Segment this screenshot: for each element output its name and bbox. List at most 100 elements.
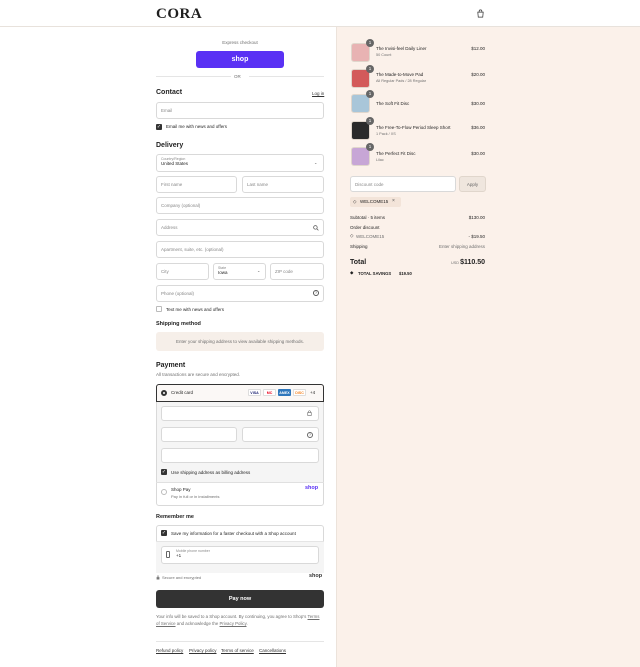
product-variant: 1 Pack / XS bbox=[376, 132, 396, 136]
product-variant: 50 Count bbox=[376, 53, 392, 57]
country-value: United States bbox=[161, 161, 189, 166]
shipping-method-title: Shipping method bbox=[156, 321, 201, 327]
contact-title: Contact bbox=[156, 89, 183, 96]
product-price: $30.00 bbox=[471, 101, 485, 106]
payment-title: Payment bbox=[156, 362, 186, 369]
order-summary: 1 The Invisi-feel Daily Liner 50 Count $… bbox=[336, 27, 640, 667]
shop-pay-express-button[interactable]: shop bbox=[196, 51, 284, 68]
email-news-label: Email me with news and offers bbox=[166, 124, 227, 129]
credit-card-label: Credit card bbox=[171, 390, 194, 395]
city-field[interactable]: City bbox=[156, 263, 209, 280]
or-divider-label: OR bbox=[234, 74, 241, 79]
terms-of-service-footer-link[interactable]: Terms of service bbox=[221, 648, 254, 653]
billing-address-checkbox[interactable]: ✓ bbox=[161, 469, 167, 475]
lock-icon bbox=[156, 575, 160, 580]
mobile-phone-field[interactable]: Mobile phone number +1 bbox=[161, 546, 319, 564]
text-news-checkbox[interactable] bbox=[156, 306, 162, 312]
cancellations-link[interactable]: Cancellations bbox=[259, 648, 286, 653]
email-news-checkbox[interactable]: ✓ bbox=[156, 124, 162, 130]
product-name: The Free-To-Flow Period Sleep Short bbox=[376, 125, 451, 130]
zip-field[interactable]: ZIP code bbox=[270, 263, 324, 280]
total-savings-label: TOTAL SAVINGS bbox=[358, 271, 392, 276]
legal-text-1: Your info will be saved to a Shop accoun… bbox=[156, 614, 307, 619]
card-number-field[interactable] bbox=[161, 406, 319, 421]
help-icon[interactable]: ? bbox=[307, 432, 313, 438]
discount-code-label: WELCOME15 bbox=[356, 234, 385, 239]
product-price: $20.00 bbox=[471, 72, 485, 77]
help-icon[interactable]: ? bbox=[313, 290, 319, 296]
first-name-field[interactable]: First name bbox=[156, 176, 237, 193]
apply-button[interactable]: Apply bbox=[459, 176, 486, 192]
billing-address-label: Use shipping address as billing address bbox=[171, 470, 251, 475]
product-price: $36.00 bbox=[471, 125, 485, 130]
product-name: The Perfect Fit Disc bbox=[376, 151, 416, 156]
shop-pay-logo: shop bbox=[305, 485, 319, 491]
company-field[interactable]: Company (optional) bbox=[156, 197, 324, 214]
product-variant: All Regular Pads / 28 Regular bbox=[376, 79, 427, 83]
tag-icon: ◆ bbox=[350, 270, 354, 275]
pay-now-button[interactable]: Pay now bbox=[156, 590, 324, 608]
brand-logo[interactable]: CORA bbox=[156, 6, 202, 23]
payment-subtitle: All transactions are secure and encrypte… bbox=[156, 372, 241, 377]
text-news-label: Text me with news and offers bbox=[166, 307, 224, 312]
total-value: $110.50 bbox=[460, 259, 485, 266]
product-price: $12.00 bbox=[471, 46, 485, 51]
country-select[interactable]: Country/Region United States bbox=[156, 154, 324, 172]
name-on-card-field[interactable] bbox=[161, 448, 319, 463]
shop-logo: shop bbox=[309, 573, 323, 579]
discount-code-field[interactable]: Discount code bbox=[350, 176, 456, 192]
quantity-badge: 1 bbox=[366, 143, 374, 151]
total-savings-value: $19.50 bbox=[399, 271, 412, 276]
divider bbox=[249, 76, 324, 77]
currency-label: USD bbox=[451, 261, 460, 265]
credit-card-radio[interactable] bbox=[161, 390, 167, 396]
privacy-policy-link[interactable]: Privacy Policy bbox=[220, 621, 247, 626]
shop-pay-subtitle: Pay in full or in installments bbox=[171, 494, 220, 499]
shop-pay-radio[interactable] bbox=[161, 489, 167, 495]
shopping-bag-icon[interactable] bbox=[476, 9, 485, 18]
product-name: The Made-to-Move Pad bbox=[376, 72, 424, 77]
privacy-policy-footer-link[interactable]: Privacy policy bbox=[189, 648, 217, 653]
expiration-field[interactable] bbox=[161, 427, 237, 442]
quantity-badge: 1 bbox=[366, 65, 374, 73]
product-name: The Invisi-feel Daily Liner bbox=[376, 46, 427, 51]
last-name-field[interactable]: Last name bbox=[242, 176, 324, 193]
save-info-checkbox[interactable]: ✓ bbox=[161, 530, 167, 536]
shipping-method-note: Enter your shipping address to view avai… bbox=[156, 332, 324, 351]
quantity-badge: 1 bbox=[366, 39, 374, 47]
shop-pay-label: Shop Pay bbox=[171, 487, 191, 492]
search-icon bbox=[313, 225, 319, 231]
mobile-phone-value: +1 bbox=[176, 553, 182, 558]
product-price: $30.00 bbox=[471, 151, 485, 156]
footer-divider bbox=[156, 641, 324, 642]
product-name: The Soft Fit Disc bbox=[376, 101, 410, 106]
divider bbox=[156, 482, 324, 483]
legal-and: and acknowledge the bbox=[176, 620, 219, 626]
quantity-badge: 1 bbox=[366, 90, 374, 98]
email-field[interactable]: Email bbox=[156, 102, 324, 119]
chevron-down-icon: ⌄ bbox=[257, 268, 261, 273]
login-link[interactable]: Log in bbox=[312, 91, 324, 96]
header: CORA bbox=[0, 0, 640, 27]
more-cards-label: +4 bbox=[310, 390, 316, 395]
visa-icon: VISA bbox=[248, 389, 261, 396]
product-variant: Lilac bbox=[376, 158, 384, 162]
quantity-badge: 1 bbox=[366, 117, 374, 125]
express-checkout-title: Express checkout bbox=[222, 40, 258, 45]
legal-end: . bbox=[246, 620, 248, 626]
checkout-form: Express checkout shop OR Contact Log in … bbox=[0, 27, 336, 667]
state-value: Iowa bbox=[218, 270, 228, 275]
address-field[interactable]: Address bbox=[156, 219, 324, 236]
legal-text: Your info will be saved to a Shop accoun… bbox=[156, 614, 324, 627]
phone-field[interactable]: Phone (optional) bbox=[156, 285, 324, 302]
applied-code: WELCOME15 bbox=[360, 199, 389, 204]
tag-icon: ◇ bbox=[353, 199, 357, 204]
remove-code-icon[interactable]: × bbox=[392, 198, 395, 204]
chevron-down-icon: ⌄ bbox=[314, 160, 318, 165]
subtotal-value: $130.00 bbox=[468, 215, 485, 220]
divider bbox=[156, 76, 231, 77]
secure-label: Secure and encrypted bbox=[162, 575, 202, 580]
refund-policy-link[interactable]: Refund policy bbox=[156, 648, 183, 653]
apartment-field[interactable]: Apartment, suite, etc. (optional) bbox=[156, 241, 324, 258]
tag-icon: ◇ bbox=[350, 233, 354, 238]
